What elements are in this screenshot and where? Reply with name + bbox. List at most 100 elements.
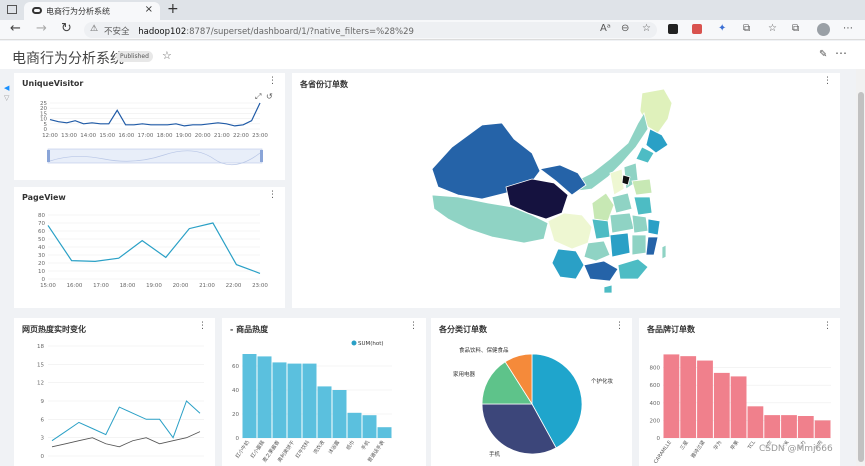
reload-icon[interactable]: ↻ <box>61 21 72 36</box>
bar <box>697 360 713 438</box>
map-region-hunan[interactable] <box>609 232 631 258</box>
x-tick-label: 华为 <box>712 439 723 451</box>
x-tick-label: 18:00 <box>157 133 173 139</box>
y-tick-label: 18 <box>37 344 44 350</box>
map-region-jiangxi[interactable] <box>631 234 647 256</box>
browser-menu-icon[interactable]: ⋯ <box>843 23 853 34</box>
map-region-jilin[interactable] <box>645 128 669 154</box>
favorite-star-icon[interactable]: ☆ <box>162 49 172 62</box>
bar <box>663 354 680 438</box>
zoom-slider-handle-right[interactable] <box>260 150 263 162</box>
map-region-anhui[interactable] <box>631 214 649 234</box>
map-region-guizhou[interactable] <box>583 240 611 262</box>
map-region-jiangsu[interactable] <box>633 196 653 216</box>
chart-card-province-orders: 各省份订单数 ⋮ <box>292 73 840 308</box>
profile-avatar[interactable] <box>817 23 830 36</box>
y-tick-label: 30 <box>38 253 45 259</box>
map-region-hubei[interactable] <box>609 212 635 234</box>
pie-label: 手机 <box>489 450 501 458</box>
restore-toolbox-icon[interactable]: ↺ <box>266 92 273 101</box>
zoom-icon[interactable]: ⊖ <box>621 23 629 34</box>
map-region-henan[interactable] <box>611 192 633 214</box>
map-region-chongqing[interactable] <box>591 218 611 240</box>
collections-icon[interactable]: ⧉ <box>792 23 799 34</box>
address-toolbar: ← → ↻ ⚠ 不安全 hadoop102:8787/superset/dash… <box>0 20 865 40</box>
forward-icon[interactable]: → <box>36 21 47 36</box>
map-region-shandong[interactable] <box>631 178 653 196</box>
bar <box>377 427 392 438</box>
x-tick-label: 14:00 <box>80 133 96 139</box>
browser-tab[interactable]: 电商行为分析系统 × <box>24 2 160 20</box>
tab-close-icon[interactable]: × <box>145 4 153 15</box>
bar <box>797 416 814 438</box>
china-province-map[interactable] <box>292 73 840 308</box>
series-line <box>49 102 261 127</box>
watermark: CSDN @Mmj666 <box>759 444 833 454</box>
chart-card-unique-visitor: UniqueVisitor ⋮ ⤢ ↺ 25 20 15 10 5 0 12:00 13:00… <box>14 73 285 180</box>
x-tick-label: 20:00 <box>195 133 211 139</box>
edit-dashboard-icon[interactable]: ✎ <box>819 49 827 60</box>
map-region-fujian[interactable] <box>645 236 659 256</box>
y-tick-label: 9 <box>41 399 45 405</box>
chart-card-product-heat: - 商品热度 ⋮ 60 40 20 0 红小牛奶 红小蛋糕 麦之果酱香 奥利奥饼干 红牛饮料 洗衣… <box>222 318 426 466</box>
y-tick-label: 12 <box>37 381 44 387</box>
x-tick-label: 15:00 <box>99 133 115 139</box>
y-tick-label: 600 <box>650 383 661 389</box>
y-tick-label: 400 <box>650 401 661 407</box>
y-tick-label: 20 <box>38 261 45 267</box>
favorite-icon[interactable]: ☆ <box>642 23 651 34</box>
bar <box>287 363 302 438</box>
y-tick-label: 0 <box>41 454 45 460</box>
filter-icon[interactable]: ▽ <box>4 94 9 102</box>
extension-dark-icon[interactable] <box>668 24 678 34</box>
url-input[interactable]: ⚠ 不安全 hadoop102:8787/superset/dashboard/… <box>84 22 657 38</box>
x-tick-label: 苹果 <box>729 439 740 451</box>
zoom-slider-handle-left[interactable] <box>47 150 50 162</box>
bar <box>332 390 347 438</box>
zoom-slider[interactable] <box>47 148 263 164</box>
map-region-hainan[interactable] <box>603 284 613 294</box>
category-pie-chart: 个护化妆手机 家用电器 食品饮料、保健食品 <box>453 346 614 458</box>
x-tick-label: 22:00 <box>226 283 242 289</box>
x-tick-label: 红牛饮料 <box>294 439 311 459</box>
unique-visitor-chart: ⤢ ↺ 252015105012:00 13:00 14:00 15:00 16:00 1… <box>40 92 273 166</box>
map-region-zhejiang[interactable] <box>647 218 661 236</box>
bar <box>814 420 831 438</box>
scrollbar-thumb[interactable] <box>858 92 864 462</box>
zoom-toolbox-icon[interactable]: ⤢ <box>254 92 261 101</box>
y-tick-label: 0 <box>236 436 240 442</box>
dashboard-menu-icon[interactable]: ⋯ <box>835 46 847 60</box>
map-region-taiwan[interactable] <box>661 244 667 260</box>
chart-card-page-view: PageView ⋮ 80 70 60 50 40 30 20 10 0 15:00 16:00 17… <box>14 187 285 308</box>
new-tab-button[interactable]: + <box>167 1 179 17</box>
status-badge: Published <box>116 51 153 62</box>
window-menu-icon[interactable] <box>7 5 17 14</box>
bar <box>362 415 377 438</box>
expand-filters-icon[interactable]: ◀ <box>4 84 9 92</box>
warning-icon: ⚠ <box>90 24 99 34</box>
x-tick-label: 18:00 <box>120 283 136 289</box>
y-tick-label: 3 <box>41 436 45 442</box>
x-tick-label: 16:00 <box>67 283 83 289</box>
extension-red-icon[interactable] <box>692 24 702 34</box>
favorites-bar-icon[interactable]: ☆ <box>768 23 777 34</box>
chart-card-page-heat: 网页热度实时变化 ⋮ 18 15 12 9 6 3 0 <box>14 318 215 466</box>
map-region-yunnan[interactable] <box>551 248 585 280</box>
extension-icon[interactable]: ✦ <box>718 23 726 34</box>
x-tick-label: 纸巾 <box>345 439 356 451</box>
map-region-sichuan[interactable] <box>547 212 593 250</box>
bar <box>713 372 730 438</box>
bar <box>317 386 332 438</box>
map-region-guangxi[interactable] <box>583 260 619 282</box>
pie-label: 个护化妆 <box>591 377 614 385</box>
series-line <box>47 222 261 274</box>
map-region-guangdong[interactable] <box>617 258 649 280</box>
x-tick-label: CARAMLLE <box>653 440 673 465</box>
back-icon[interactable]: ← <box>10 21 21 36</box>
page-view-chart: 8070605040302010015:00 16:00 17:00 18:00 19:… <box>38 213 268 289</box>
read-aloud-icon[interactable]: Aᵃ <box>600 23 611 34</box>
bar <box>747 406 764 438</box>
split-screen-icon[interactable]: ⧉ <box>743 23 750 34</box>
dashboard-header: 电商行为分析系统 Published ☆ ✎ ⋯ <box>0 41 865 69</box>
x-tick-label: 20:00 <box>173 283 189 289</box>
